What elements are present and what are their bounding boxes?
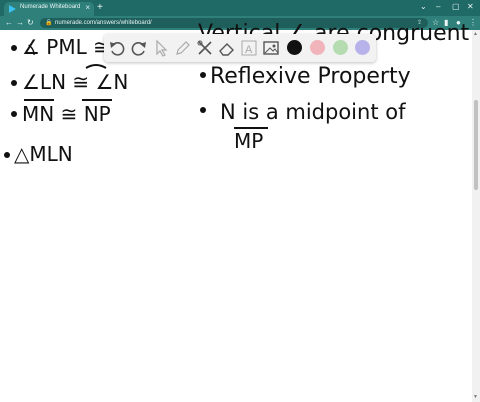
scroll-up-icon[interactable]: ▲ bbox=[473, 31, 478, 37]
forward-icon[interactable]: → bbox=[16, 17, 24, 29]
minimize-icon[interactable]: – bbox=[436, 1, 440, 13]
vertical-scrollbar[interactable]: ▲ ▼ bbox=[472, 30, 480, 402]
eraser-icon[interactable] bbox=[218, 39, 236, 57]
sidepanel-icon[interactable]: ▮ bbox=[444, 17, 448, 29]
browser-tab-bar: Numerade Whiteboard × + ⌄ – ▢ ✕ bbox=[0, 0, 480, 16]
window-close-icon[interactable]: ✕ bbox=[467, 1, 474, 13]
color-purple[interactable] bbox=[355, 40, 370, 55]
tab-title: Numerade Whiteboard bbox=[20, 4, 81, 10]
scroll-thumb[interactable] bbox=[474, 100, 478, 190]
tab-close-icon[interactable]: × bbox=[85, 3, 90, 13]
back-icon[interactable]: ← bbox=[5, 17, 13, 29]
whiteboard-canvas[interactable] bbox=[0, 30, 472, 402]
image-icon[interactable] bbox=[262, 39, 280, 57]
whiteboard-toolbar: A bbox=[104, 34, 376, 62]
color-black[interactable] bbox=[287, 40, 302, 55]
lock-icon: 🔒 bbox=[45, 20, 53, 26]
pen-icon[interactable] bbox=[174, 39, 192, 57]
reload-icon[interactable]: ↻ bbox=[27, 17, 34, 29]
color-green[interactable] bbox=[333, 40, 348, 55]
menu-icon[interactable]: ⋮ bbox=[469, 17, 477, 29]
scroll-down-icon[interactable]: ▼ bbox=[473, 394, 478, 400]
url-text: numerade.com/answers/whiteboard/ bbox=[55, 20, 152, 26]
tools-icon[interactable] bbox=[196, 39, 214, 57]
redo-icon[interactable] bbox=[130, 39, 148, 57]
numerade-logo-icon bbox=[9, 5, 16, 13]
share-icon[interactable]: ⇪ bbox=[417, 19, 422, 27]
profile-icon[interactable]: ● bbox=[456, 17, 461, 29]
new-tab-button[interactable]: + bbox=[97, 2, 103, 14]
address-bar[interactable]: 🔒 numerade.com/answers/whiteboard/ ⇪ bbox=[40, 18, 428, 28]
browser-tab[interactable]: Numerade Whiteboard × bbox=[4, 2, 94, 16]
pointer-icon[interactable] bbox=[152, 39, 170, 57]
svg-text:A: A bbox=[245, 44, 253, 56]
undo-icon[interactable] bbox=[108, 39, 126, 57]
star-icon[interactable]: ☆ bbox=[432, 17, 439, 29]
chevron-down-icon[interactable]: ⌄ bbox=[420, 1, 427, 13]
color-pink[interactable] bbox=[310, 40, 325, 55]
text-icon[interactable]: A bbox=[240, 39, 258, 57]
maximize-icon[interactable]: ▢ bbox=[452, 1, 460, 13]
browser-toolbar: ← → ↻ 🔒 numerade.com/answers/whiteboard/… bbox=[0, 16, 480, 30]
